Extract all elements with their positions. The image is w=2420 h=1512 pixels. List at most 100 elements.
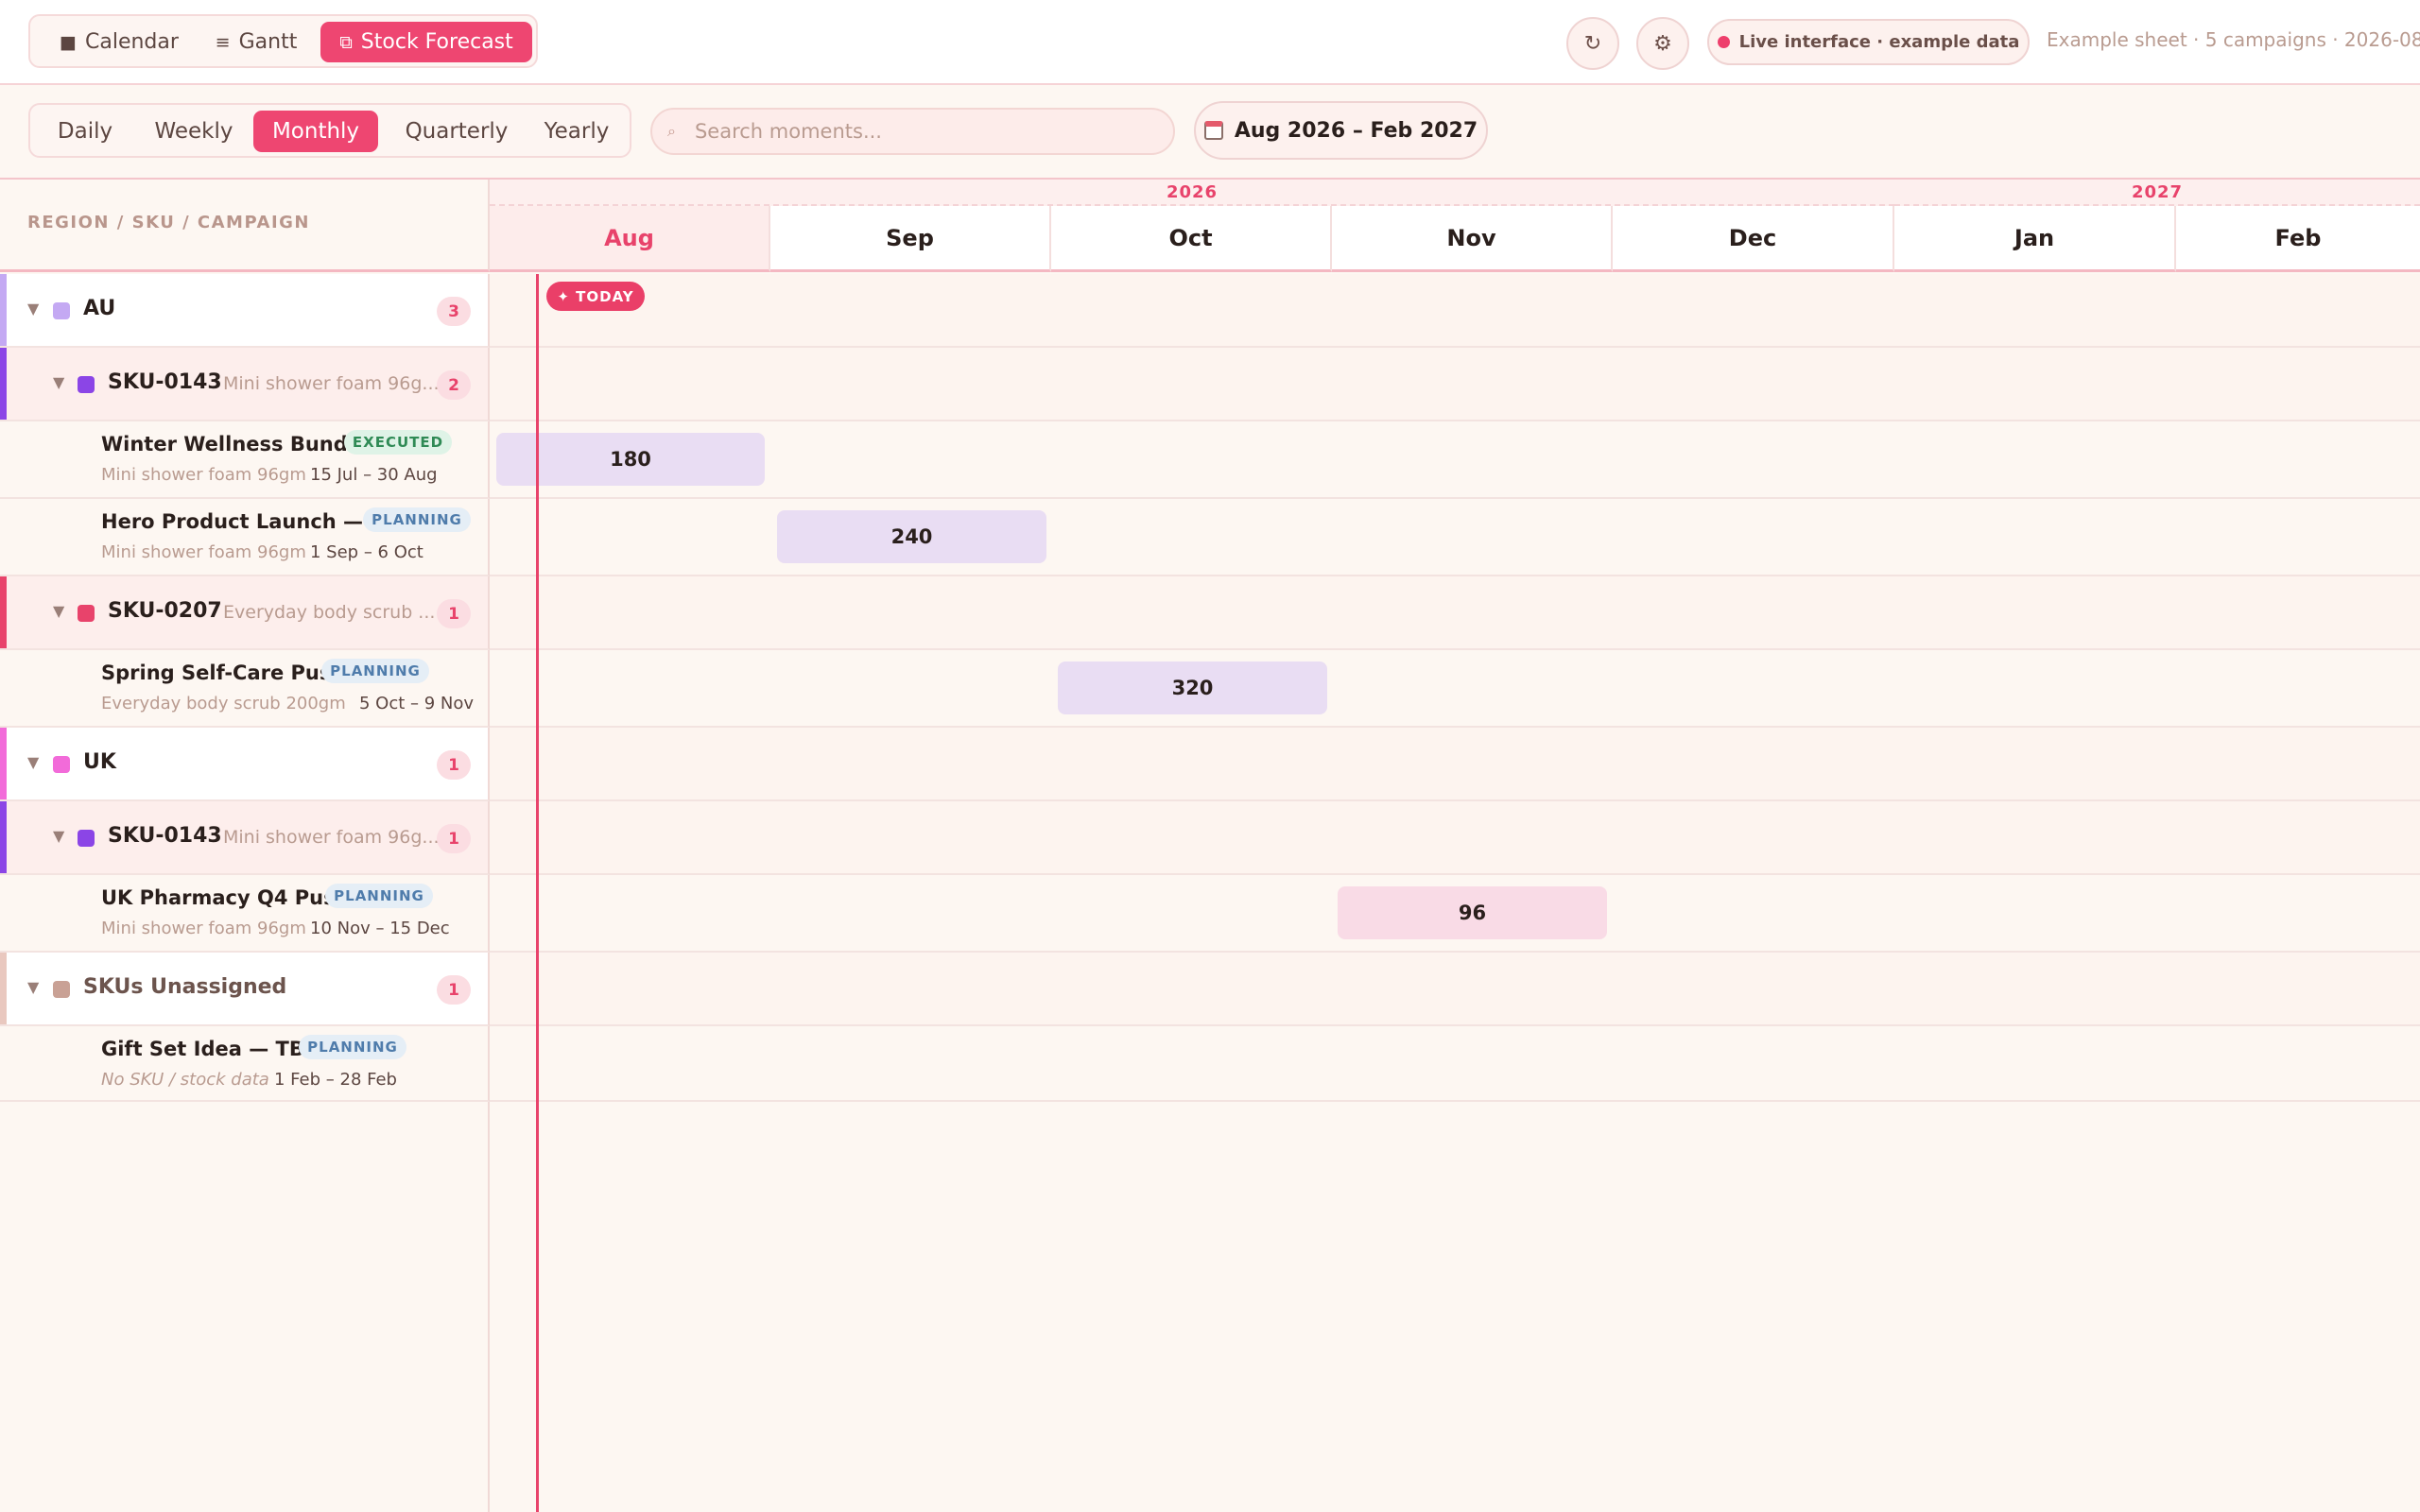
forecast-icon: ⧉ [339,31,353,53]
sku-swatch [78,376,95,393]
campaign-row-spring-self-care[interactable]: Spring Self-Care Push PLANNING Everyday … [0,650,490,728]
month-header-oct: Oct [1051,206,1332,272]
campaign-sku: Mini shower foam 96gm [101,465,306,485]
campaign-title[interactable]: Hero Product Launch — ... [101,510,392,533]
count-badge: 1 [437,599,471,628]
collapse-caret-icon[interactable]: ▼ [27,300,39,318]
view-tab-label: Calendar [85,30,179,54]
month-header-jan: Jan [1894,206,2176,272]
sheet-meta: Example sheet · 5 campaigns · 2026-08-05 [2047,28,2420,51]
view-tab-label: Gantt [238,30,298,54]
top-bar: ■ Calendar ≡ Gantt ⧉ Stock Forecast ↻ ⚙ … [0,0,2420,85]
today-badge: ✦ TODAY [546,282,645,311]
search-input[interactable] [694,120,1139,143]
date-range-button[interactable]: Aug 2026 – Feb 2027 [1194,101,1488,160]
gantt-icon: ≡ [215,31,231,53]
region-swatch [53,756,70,773]
view-tab-gantt[interactable]: ≡ Gantt [203,22,309,62]
region-label: AU [83,297,116,320]
view-tab-calendar[interactable]: ■ Calendar [47,22,191,62]
sku-row-au-sku-0207[interactable]: ▼ SKU-0207 Everyday body scrub ... 1 [0,576,490,650]
date-range-label: Aug 2026 – Feb 2027 [1234,118,1478,143]
view-switcher: ■ Calendar ≡ Gantt ⧉ Stock Forecast [28,14,538,68]
campaign-row-winter-wellness[interactable]: Winter Wellness Bundle EXECUTED Mini sho… [0,421,490,499]
sku-code: SKU-0143 [108,370,222,394]
view-tab-stock-forecast[interactable]: ⧉ Stock Forecast [320,22,532,62]
status-badge: PLANNING [325,884,433,908]
status-badge: PLANNING [363,507,471,532]
collapse-caret-icon[interactable]: ▼ [27,753,39,771]
region-row-unassigned[interactable]: ▼ SKUs Unassigned 1 [0,953,490,1026]
search-box: ⌕ [650,108,1175,155]
timeline-row: 320 [490,650,2420,728]
row-header-label: REGION / SKU / CAMPAIGN [27,213,310,232]
calendar-icon: ■ [60,31,77,53]
refresh-icon: ↻ [1583,31,1602,56]
region-accent [0,953,7,1024]
forecast-bar[interactable]: 320 [1058,662,1327,714]
campaign-title[interactable]: UK Pharmacy Q4 Push [101,886,350,909]
sku-code: SKU-0143 [108,824,222,848]
refresh-button[interactable]: ↻ [1566,17,1619,70]
campaign-dates: 10 Nov – 15 Dec [310,919,450,938]
campaign-dates: 1 Sep – 6 Oct [310,542,424,562]
count-badge: 2 [437,370,471,400]
view-tab-label: Stock Forecast [360,30,513,54]
period-tab-quarterly[interactable]: Quarterly [388,111,526,152]
collapse-caret-icon[interactable]: ▼ [53,602,64,620]
timeline-row [490,728,2420,801]
campaign-title[interactable]: Spring Self-Care Push [101,662,345,684]
calendar-icon [1203,121,1223,140]
period-tab-daily[interactable]: Daily [43,111,127,152]
forecast-bar[interactable]: 240 [777,510,1046,563]
region-label: UK [83,750,116,774]
timeline-row [490,1026,2420,1102]
search-icon: ⌕ [667,122,676,140]
today-line [536,274,539,1512]
timeline-row [490,576,2420,650]
collapse-caret-icon[interactable]: ▼ [53,373,64,391]
row-header: REGION / SKU / CAMPAIGN [0,180,490,272]
year-label-2026: 2026 [490,180,1894,206]
timeline-row [490,953,2420,1026]
month-header-aug: Aug [490,206,770,272]
region-row-au[interactable]: ▼ AU 3 [0,274,490,348]
sku-description: Mini shower foam 96g... [223,373,440,394]
sku-code: SKU-0207 [108,599,222,623]
status-badge: EXECUTED [344,430,452,455]
settings-button[interactable]: ⚙ [1636,17,1689,70]
timeline-row [490,348,2420,421]
sku-row-au-sku-0143[interactable]: ▼ SKU-0143 Mini shower foam 96g... 2 [0,348,490,421]
sku-swatch [78,830,95,847]
period-tab-weekly[interactable]: Weekly [138,111,250,152]
campaign-row-hero-launch[interactable]: Hero Product Launch — ... PLANNING Mini … [0,499,490,576]
region-row-uk[interactable]: ▼ UK 1 [0,728,490,801]
live-dot-icon [1717,36,1730,48]
campaign-title[interactable]: Winter Wellness Bundle [101,433,368,455]
campaign-row-uk-pharmacy[interactable]: UK Pharmacy Q4 Push PLANNING Mini shower… [0,875,490,953]
status-badge: PLANNING [321,659,429,683]
timeline-row: 180 [490,421,2420,499]
campaign-sku: No SKU / stock data [101,1070,269,1090]
collapse-caret-icon[interactable]: ▼ [27,978,39,996]
campaign-row-gift-set[interactable]: Gift Set Idea — TBC PLANNING No SKU / st… [0,1026,490,1102]
campaign-dates: 15 Jul – 30 Aug [310,465,438,485]
gear-icon: ⚙ [1653,31,1672,56]
collapse-caret-icon[interactable]: ▼ [53,827,64,845]
forecast-bar[interactable]: 96 [1338,886,1607,939]
sku-swatch [78,605,95,622]
month-header-dec: Dec [1613,206,1894,272]
count-badge: 1 [437,824,471,853]
campaign-title[interactable]: Gift Set Idea — TBC [101,1038,319,1060]
month-header-feb: Feb [2176,206,2420,272]
count-badge: 1 [437,975,471,1005]
campaign-sku: Everyday body scrub 200gm [101,694,346,713]
period-tab-yearly[interactable]: Yearly [529,111,624,152]
campaign-sku: Mini shower foam 96gm [101,542,306,562]
region-accent [0,274,7,346]
campaign-dates: 5 Oct – 9 Nov [359,694,475,713]
period-tab-monthly[interactable]: Monthly [253,111,378,152]
status-badge: PLANNING [299,1035,406,1059]
sku-row-uk-sku-0143[interactable]: ▼ SKU-0143 Mini shower foam 96g... 1 [0,801,490,875]
timeline-row: 240 [490,499,2420,576]
